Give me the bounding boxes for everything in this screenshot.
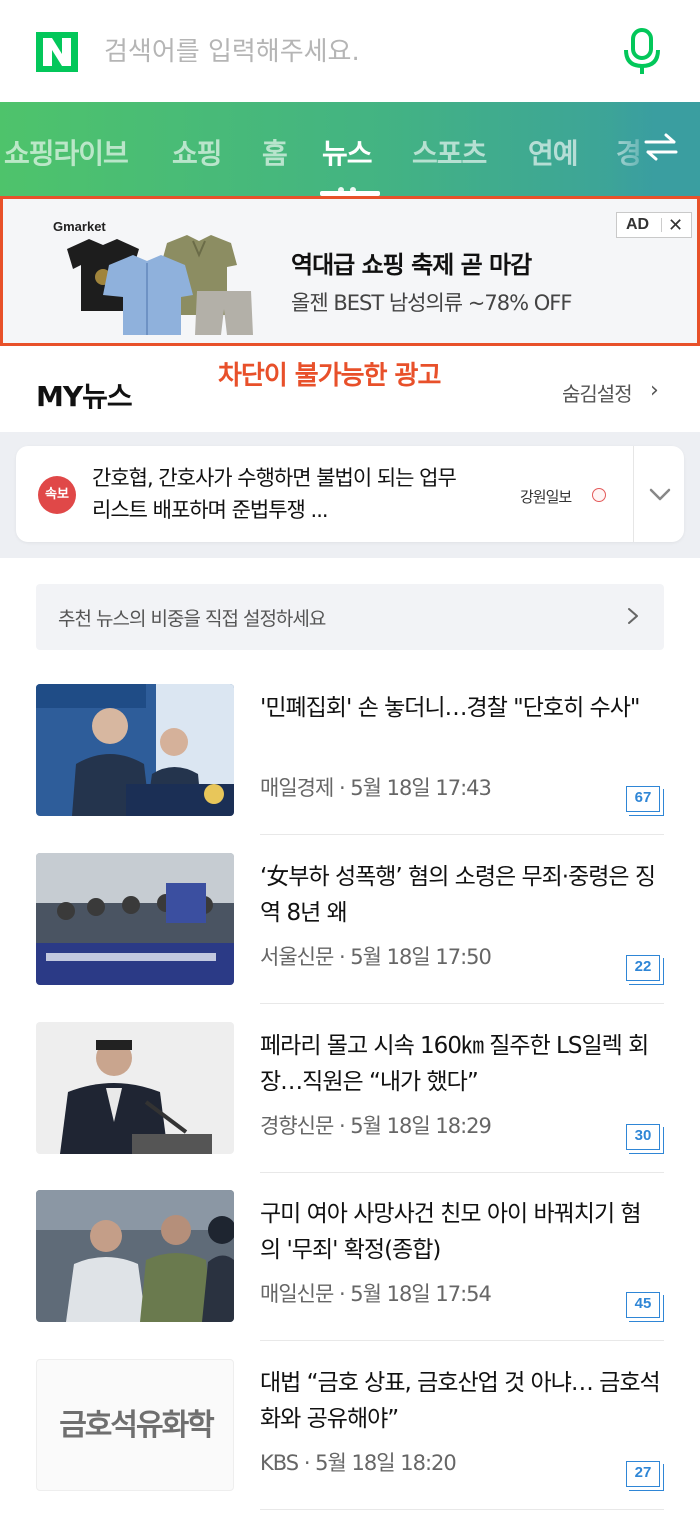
tab-news[interactable]: 뉴스 bbox=[322, 132, 373, 172]
close-icon[interactable]: ✕ bbox=[668, 215, 683, 236]
recommend-text: 추천 뉴스의 비중을 직접 설정하세요 bbox=[58, 608, 326, 630]
tab-entertainment[interactable]: 연예 bbox=[528, 132, 579, 172]
article-meta: 서울신문 · 5월 18일 17:50 bbox=[260, 945, 492, 969]
ad-badge[interactable]: AD ✕ bbox=[616, 212, 692, 238]
search-input[interactable] bbox=[104, 30, 584, 74]
ad-clothing-image bbox=[67, 235, 253, 335]
article-thumbnail[interactable] bbox=[36, 1190, 234, 1322]
article-meta: KBS · 5월 18일 18:20 bbox=[260, 1451, 457, 1475]
news-article[interactable]: 구미 여아 사망사건 친모 아이 바꿔치기 혐의 '무죄' 확정(종합) 매일신… bbox=[36, 1190, 664, 1358]
ad-title: 역대급 쇼핑 축제 곧 마감 bbox=[291, 251, 532, 279]
comment-count-badge[interactable]: 22 bbox=[626, 955, 664, 985]
breaking-source: 강원일보 bbox=[520, 488, 572, 506]
tab-sports[interactable]: 스포츠 bbox=[412, 132, 487, 172]
mic-icon[interactable] bbox=[620, 26, 664, 78]
ad-badge-divider bbox=[661, 218, 662, 232]
article-divider bbox=[260, 1003, 664, 1004]
news-article[interactable]: '민폐집회' 손 놓더니…경찰 "단호히 수사" 매일경제 · 5월 18일 1… bbox=[36, 684, 664, 852]
comment-count-badge[interactable]: 27 bbox=[626, 1461, 664, 1491]
tab-shopping[interactable]: 쇼핑 bbox=[172, 132, 223, 172]
news-article[interactable]: ‘女부하 성폭행’ 혐의 소령은 무죄·중령은 징역 8년 왜 서울신문 · 5… bbox=[36, 853, 664, 1021]
category-tabbar: 쇼핑라이브 쇼핑 홈 뉴스 스포츠 연예 경 bbox=[0, 102, 700, 196]
swap-arrows-icon[interactable] bbox=[642, 132, 680, 162]
article-title[interactable]: ‘女부하 성폭행’ 혐의 소령은 무죄·중령은 징역 8년 왜 bbox=[260, 859, 660, 931]
article-thumbnail[interactable] bbox=[36, 853, 234, 985]
comment-count-badge[interactable]: 30 bbox=[626, 1124, 664, 1154]
article-meta: 경향신문 · 5월 18일 18:29 bbox=[260, 1114, 492, 1138]
article-title[interactable]: 페라리 몰고 시속 160㎞ 질주한 LS일렉 회장…직원은 “내가 했다” bbox=[260, 1028, 660, 1100]
thumbnail-text: 금호석유화학 bbox=[59, 1408, 215, 1443]
chevron-right-icon: › bbox=[650, 378, 659, 403]
article-divider bbox=[260, 1172, 664, 1173]
article-divider bbox=[260, 1340, 664, 1341]
breaking-news-card[interactable]: 속보 간호협, 간호사가 수행하면 불법이 되는 업무 리스트 배포하며 준법투… bbox=[16, 446, 684, 542]
comment-count-badge[interactable]: 67 bbox=[626, 786, 664, 816]
breaking-divider bbox=[633, 446, 634, 542]
article-title[interactable]: '민폐집회' 손 놓더니…경찰 "단호히 수사" bbox=[260, 690, 660, 726]
article-thumbnail[interactable] bbox=[36, 684, 234, 816]
ad-banner[interactable]: Gmarket 역대급 쇼핑 축제 곧 마감 올젠 BEST 남성의류 ~78%… bbox=[0, 196, 700, 346]
article-divider bbox=[260, 834, 664, 835]
ad-brand-logo: Gmarket bbox=[53, 219, 106, 234]
article-thumbnail[interactable]: 금호석유화학 bbox=[36, 1359, 234, 1491]
breaking-badge: 속보 bbox=[38, 476, 76, 514]
comment-count-badge[interactable]: 45 bbox=[626, 1292, 664, 1322]
article-divider bbox=[260, 1509, 664, 1510]
article-title[interactable]: 대법 “금호 상표, 금호산업 것 아냐… 금호석화와 공유해야” bbox=[260, 1365, 661, 1437]
article-meta: 매일신문 · 5월 18일 17:54 bbox=[260, 1282, 492, 1306]
recommend-settings-bar[interactable]: 추천 뉴스의 비중을 직접 설정하세요 bbox=[36, 584, 664, 650]
annotation-text: 차단이 불가능한 광고 bbox=[218, 361, 441, 391]
hide-settings-link[interactable]: 숨김설정 bbox=[562, 378, 633, 407]
search-bar bbox=[0, 0, 700, 102]
article-title[interactable]: 구미 여아 사망사건 친모 아이 바꿔치기 혐의 '무죄' 확정(종합) bbox=[260, 1196, 660, 1268]
mynews-title: MY뉴스 bbox=[36, 380, 133, 413]
tab-shopping-live[interactable]: 쇼핑라이브 bbox=[4, 132, 129, 172]
news-article[interactable]: 페라리 몰고 시속 160㎞ 질주한 LS일렉 회장…직원은 “내가 했다” 경… bbox=[36, 1022, 664, 1190]
tab-home[interactable]: 홈 bbox=[262, 132, 288, 172]
article-meta: 매일경제 · 5월 18일 17:43 bbox=[260, 776, 492, 800]
breaking-headline[interactable]: 간호협, 간호사가 수행하면 불법이 되는 업무 리스트 배포하며 준법투쟁 .… bbox=[92, 462, 472, 526]
article-thumbnail[interactable] bbox=[36, 1022, 234, 1154]
ad-subtitle: 올젠 BEST 남성의류 ~78% OFF bbox=[291, 291, 572, 315]
naver-logo[interactable] bbox=[36, 32, 78, 72]
chevron-right-icon bbox=[628, 608, 638, 624]
news-article[interactable]: 금호석유화학 대법 “금호 상표, 금호산업 것 아냐… 금호석화와 공유해야”… bbox=[36, 1359, 664, 1516]
source-logo-icon bbox=[592, 488, 606, 502]
chevron-down-icon[interactable] bbox=[648, 484, 672, 504]
ad-label: AD bbox=[626, 216, 650, 233]
